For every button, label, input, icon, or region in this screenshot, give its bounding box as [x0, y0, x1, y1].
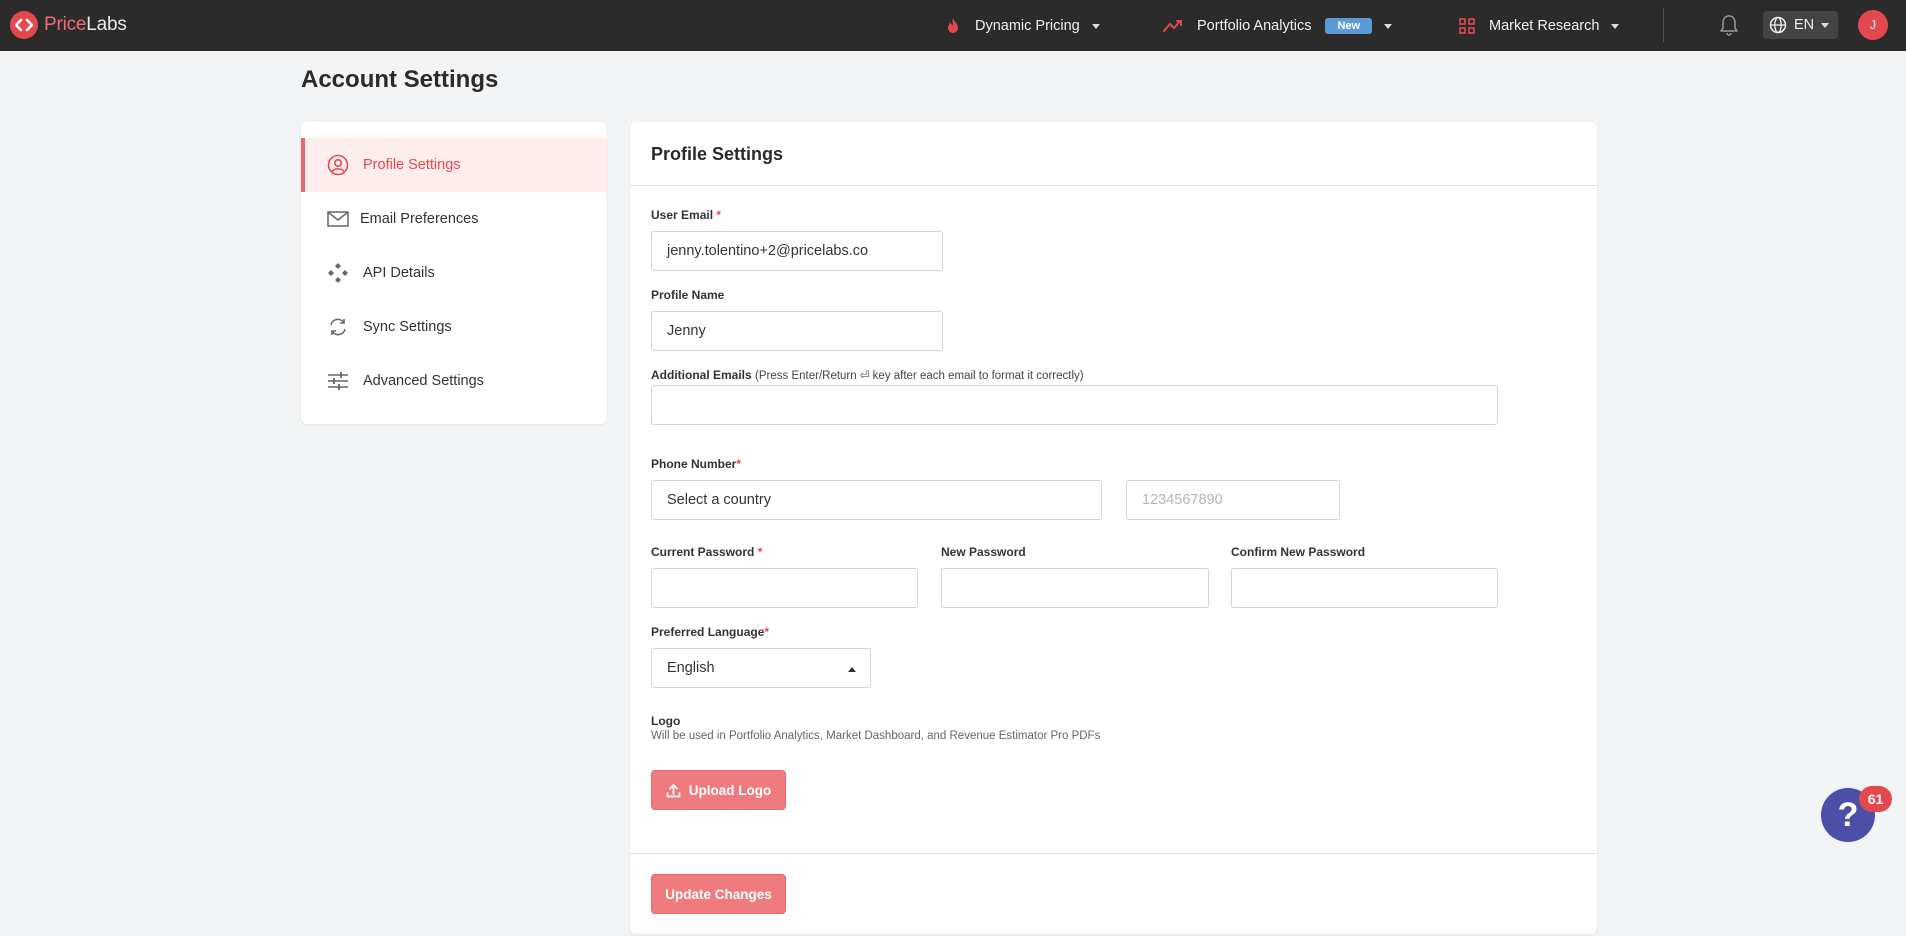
upload-logo-label: Upload Logo — [688, 782, 772, 798]
question-mark-icon: ? — [1837, 795, 1859, 834]
profile-settings-card: Profile Settings User Email * jenny.tole… — [630, 122, 1597, 934]
phone-number-field[interactable]: 1234567890 — [1126, 480, 1340, 520]
sidebar-item-label: Email Preferences — [360, 211, 479, 227]
update-changes-label: Update Changes — [665, 886, 772, 902]
profile-name-field[interactable]: Jenny — [651, 311, 943, 351]
logo-mark-icon — [10, 11, 38, 39]
chevron-down-icon — [1611, 23, 1620, 29]
divider — [630, 185, 1597, 186]
language-selector[interactable]: EN — [1763, 11, 1838, 39]
country-select[interactable]: Select a country — [651, 480, 1102, 520]
new-password-label: New Password — [941, 545, 1026, 559]
sliders-icon — [328, 372, 348, 390]
pricelabs-logo[interactable]: PriceLabs — [10, 11, 127, 39]
avatar[interactable]: J — [1858, 10, 1888, 40]
upload-logo-button[interactable]: Upload Logo — [651, 770, 786, 810]
nav-label: Dynamic Pricing — [975, 18, 1080, 34]
sidebar-item-email-preferences[interactable]: Email Preferences — [301, 192, 607, 246]
chevron-down-icon — [1091, 23, 1100, 29]
sidebar-item-sync-settings[interactable]: Sync Settings — [301, 300, 607, 354]
chevron-down-icon — [1821, 22, 1830, 28]
flame-icon — [948, 18, 958, 33]
preferred-language-value: English — [667, 660, 715, 676]
preferred-language-select[interactable]: English — [651, 648, 871, 688]
sidebar-item-api-details[interactable]: API Details — [301, 246, 607, 300]
sync-icon — [330, 318, 346, 336]
sidebar-item-profile-settings[interactable]: Profile Settings — [301, 138, 607, 192]
nav-label: Portfolio Analytics — [1197, 18, 1312, 34]
logo-description: Will be used in Portfolio Analytics, Mar… — [651, 730, 1101, 742]
logo-text: PriceLabs — [44, 14, 127, 35]
current-password-label: Current Password * — [651, 545, 763, 559]
logo-label: Logo — [651, 714, 681, 728]
current-password-field[interactable] — [651, 568, 918, 608]
user-email-field[interactable]: jenny.tolentino+2@pricelabs.co — [651, 231, 943, 271]
nav-portfolio-analytics[interactable]: Portfolio Analytics New — [1163, 13, 1393, 39]
preferred-language-label: Preferred Language* — [651, 625, 770, 639]
nav-market-research[interactable]: Market Research — [1459, 13, 1620, 39]
confirm-password-field[interactable] — [1231, 568, 1498, 608]
sidebar-item-label: API Details — [363, 265, 435, 281]
profile-name-label: Profile Name — [651, 288, 725, 302]
sidebar-item-label: Advanced Settings — [363, 373, 484, 389]
card-title: Profile Settings — [651, 144, 784, 164]
user-circle-icon — [327, 154, 349, 176]
globe-icon — [1769, 16, 1787, 34]
phone-number-label: Phone Number* — [651, 457, 742, 471]
top-navbar: PriceLabs Dynamic Pricing Portfolio Anal… — [0, 0, 1906, 51]
envelope-icon — [327, 211, 349, 227]
caret-up-icon — [848, 667, 856, 672]
new-password-field[interactable] — [941, 568, 1209, 608]
nav-dynamic-pricing[interactable]: Dynamic Pricing — [945, 13, 1100, 39]
bell-icon[interactable] — [1719, 13, 1739, 37]
divider — [630, 853, 1597, 854]
sidebar-item-label: Sync Settings — [363, 319, 452, 335]
grid-icon — [1459, 18, 1475, 34]
confirm-password-label: Confirm New Password — [1231, 545, 1366, 559]
trend-icon — [1163, 20, 1182, 32]
navbar-divider — [1663, 8, 1664, 42]
nav-label: Market Research — [1489, 18, 1600, 34]
new-badge: New — [1325, 18, 1373, 34]
update-changes-button[interactable]: Update Changes — [651, 874, 786, 914]
sidebar-item-advanced-settings[interactable]: Advanced Settings — [301, 354, 607, 408]
additional-emails-label: Additional Emails (Press Enter/Return ⏎ … — [651, 368, 1084, 382]
help-notification-badge: 61 — [1859, 786, 1892, 812]
api-icon — [328, 263, 348, 283]
additional-emails-field[interactable] — [651, 385, 1498, 425]
user-email-label: User Email * — [651, 208, 722, 222]
language-code: EN — [1794, 17, 1815, 33]
sidebar-item-label: Profile Settings — [363, 157, 461, 173]
page-title: Account Settings — [301, 66, 499, 93]
upload-icon — [666, 783, 681, 797]
settings-sidebar: Profile Settings Email Preferences API D… — [301, 122, 607, 424]
chevron-down-icon — [1384, 23, 1393, 29]
